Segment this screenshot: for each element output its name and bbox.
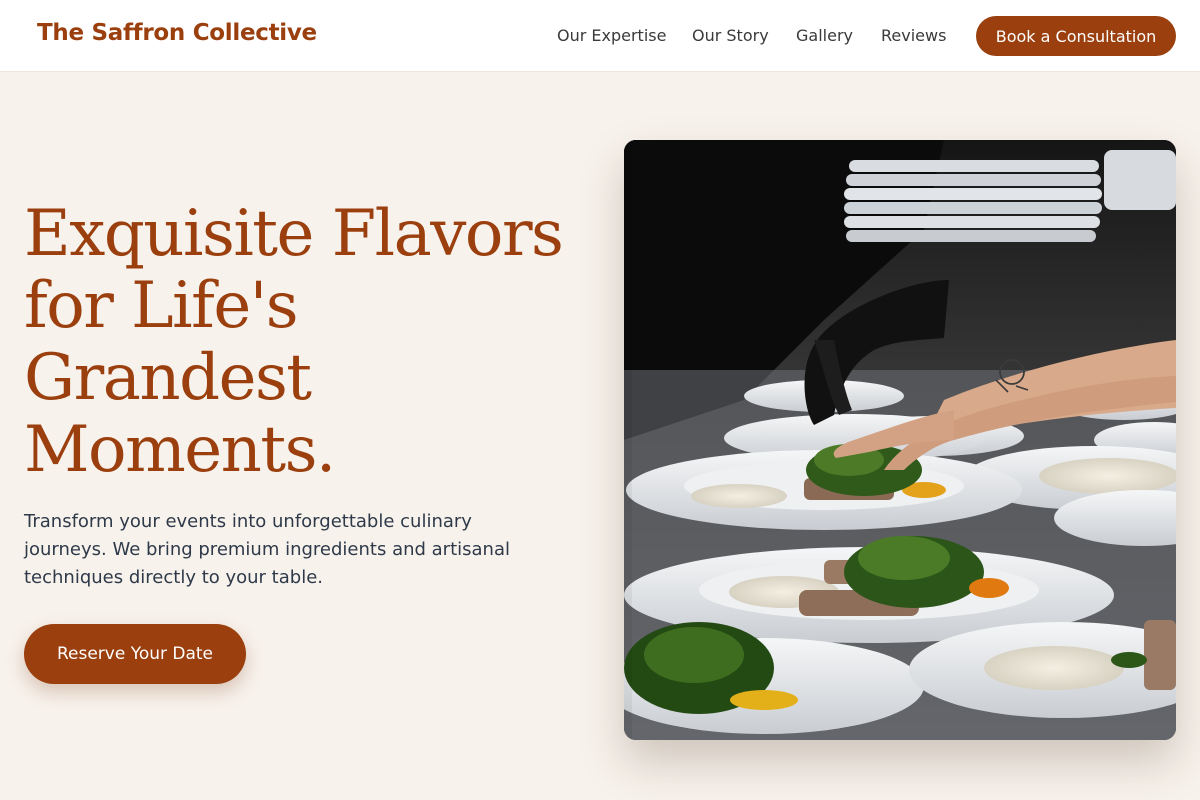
hero-subtitle-line: techniques directly to your table.: [24, 567, 323, 588]
hero-subtitle-line: Transform your events into unforgettable…: [24, 511, 472, 532]
nav-link-our-expertise[interactable]: Our Expertise: [557, 26, 666, 45]
reserve-date-button[interactable]: Reserve Your Date: [24, 624, 246, 684]
hero-title-line: Moments.: [24, 413, 336, 487]
book-consultation-button[interactable]: Book a Consultation: [976, 16, 1176, 56]
hero-title-line: Grandest: [24, 341, 312, 415]
hero-title-line: for Life's: [24, 269, 299, 343]
nav-link-our-story[interactable]: Our Story: [692, 26, 769, 45]
brand-logo-text[interactable]: The Saffron Collective: [37, 20, 317, 46]
top-navigation-bar: The Saffron Collective Our Expertise Our…: [0, 0, 1200, 72]
hero-subtitle: Transform your events into unforgettable…: [24, 508, 554, 592]
nav-link-reviews[interactable]: Reviews: [881, 26, 946, 45]
hero-photo-illustration: [624, 140, 1176, 740]
hero-title-line: Exquisite Flavors: [24, 197, 564, 271]
hero-title: Exquisite Flavors for Life's Grandest Mo…: [24, 198, 604, 486]
hero-subtitle-line: journeys. We bring premium ingredients a…: [24, 539, 510, 560]
nav-link-gallery[interactable]: Gallery: [796, 26, 853, 45]
hero-photo-chef-plating: [624, 140, 1176, 740]
